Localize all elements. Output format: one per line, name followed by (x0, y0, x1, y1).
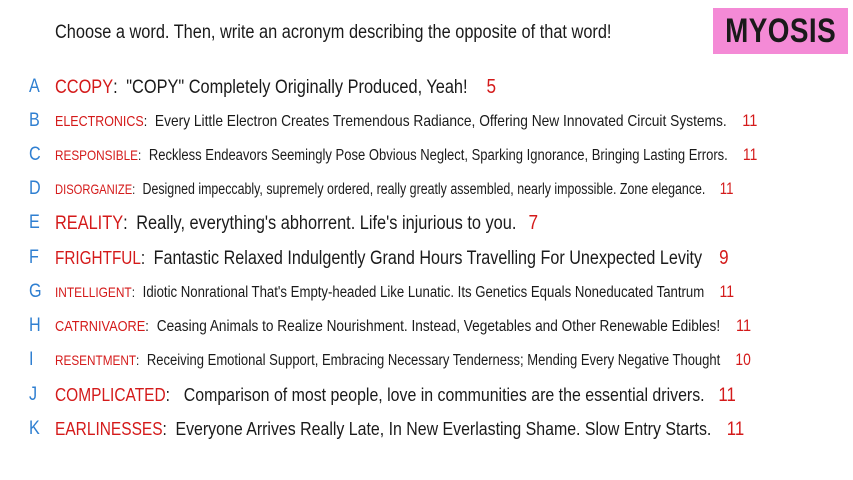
item-content: REALITY: Really, everything's abhorrent. … (55, 212, 538, 235)
list-item: I RESENTMENT: Receiving Emotional Support,… (0, 345, 853, 375)
item-colon: : (131, 283, 136, 300)
item-letter: E (29, 212, 40, 233)
list-item: H CATRNIVAORE: Ceasing Animals to Realize … (0, 311, 853, 341)
item-letter-count: 5 (486, 75, 497, 98)
item-acronym-text: Designed impeccably, supremely ordered, … (142, 180, 706, 198)
instruction-text: Choose a word. Then, write an acronym de… (55, 22, 612, 43)
item-word: CCOPY (55, 76, 114, 98)
item-acronym-text: Comparison of most people, love in commu… (183, 383, 705, 405)
list-item: K EARLINESSES: Everyone Arrives Really Lat… (0, 414, 853, 444)
item-colon: : (165, 384, 170, 405)
item-acronym-text: Every Little Electron Creates Tremendous… (154, 113, 727, 130)
item-content: DISORGANIZE: Designed impeccably, supreme… (55, 180, 733, 199)
item-acronym-text: Fantastic Relaxed Indulgently Grand Hour… (153, 247, 703, 269)
item-acronym-text: Ceasing Animals to Realize Nourishment. … (156, 317, 721, 335)
list-item: A CCOPY: "COPY" Completely Originally Prod… (0, 72, 853, 102)
item-word: INTELLIGENT (55, 283, 132, 300)
item-colon: : (143, 114, 148, 130)
item-acronym-text: Idiotic Nonrational That's Empty-headed … (142, 283, 705, 301)
item-content: ELECTRONICS: Every Little Electron Create… (55, 111, 757, 131)
item-letter: A (29, 76, 40, 97)
item-colon: : (140, 247, 146, 268)
item-acronym-text: Everyone Arrives Really Late, In New Eve… (175, 417, 712, 439)
item-colon: : (113, 76, 118, 98)
title-badge-text: MYOSIS (725, 11, 836, 50)
list-item: F FRIGHTFUL: Fantastic Relaxed Indulgently… (0, 243, 853, 273)
title-badge: MYOSIS (713, 8, 848, 54)
item-letter: D (29, 178, 41, 199)
item-acronym-text: "COPY" Completely Originally Produced, Y… (126, 76, 468, 98)
list-item: J COMPLICATED: Comparison of most people, … (0, 380, 853, 410)
item-letter: J (29, 384, 38, 405)
item-word: RESENTMENT (55, 351, 137, 368)
item-letter: B (29, 110, 40, 131)
item-content: INTELLIGENT: Idiotic Nonrational That's E… (55, 283, 734, 302)
list-item: B ELECTRONICS: Every Little Electron Creat… (0, 106, 853, 136)
item-letter-count: 11 (719, 282, 735, 301)
item-acronym-text: Really, everything's abhorrent. Life's i… (136, 212, 517, 234)
item-letter-count: 11 (742, 145, 758, 164)
item-content: FRIGHTFUL: Fantastic Relaxed Indulgently … (55, 247, 729, 270)
item-letter-count: 11 (726, 417, 745, 440)
item-word: DISORGANIZE (55, 180, 133, 197)
item-letter-count: 11 (735, 316, 752, 335)
item-content: EARLINESSES: Everyone Arrives Really Late… (55, 418, 744, 441)
item-word: CATRNIVAORE (55, 318, 146, 335)
item-letter: I (29, 349, 34, 370)
item-letter: C (29, 144, 41, 165)
item-acronym-text: Receiving Emotional Support, Embracing N… (146, 351, 721, 369)
item-letter-count: 9 (719, 246, 729, 269)
item-acronym-text: Reckless Endeavors Seemingly Pose Obviou… (148, 146, 728, 164)
item-colon: : (145, 318, 149, 335)
list-item: C RESPONSIBLE: Reckless Endeavors Seemingl… (0, 140, 853, 170)
item-word: ELECTRONICS (55, 114, 144, 130)
item-letter: G (29, 281, 42, 302)
item-content: COMPLICATED: Comparison of most people, l… (55, 384, 736, 407)
item-letter: K (29, 418, 40, 439)
item-word: EARLINESSES (55, 418, 163, 439)
item-letter-count: 11 (718, 383, 736, 406)
item-letter-count: 7 (528, 211, 539, 234)
item-colon: : (138, 146, 142, 163)
item-letter: H (29, 315, 41, 336)
item-content: RESPONSIBLE: Reckless Endeavors Seemingly… (55, 146, 757, 165)
item-word: FRIGHTFUL (55, 247, 141, 268)
list-item: G INTELLIGENT: Idiotic Nonrational That's … (0, 277, 853, 307)
list-item: D DISORGANIZE: Designed impeccably, suprem… (0, 174, 853, 204)
item-word: RESPONSIBLE (55, 146, 139, 163)
item-colon: : (162, 418, 167, 439)
item-letter-count: 11 (742, 111, 758, 130)
item-letter: F (29, 247, 39, 268)
item-colon: : (132, 180, 136, 197)
list-item: E REALITY: Really, everything's abhorrent.… (0, 208, 853, 238)
item-letter-count: 10 (735, 350, 751, 369)
item-word: REALITY (55, 212, 124, 234)
item-content: CATRNIVAORE: Ceasing Animals to Realize N… (55, 317, 751, 336)
item-colon: : (136, 351, 140, 368)
item-content: CCOPY: "COPY" Completely Originally Produ… (55, 76, 496, 99)
item-letter-count: 11 (719, 179, 734, 198)
item-colon: : (123, 212, 128, 234)
item-word: COMPLICATED (55, 384, 166, 405)
item-content: RESENTMENT: Receiving Emotional Support, … (55, 351, 751, 370)
